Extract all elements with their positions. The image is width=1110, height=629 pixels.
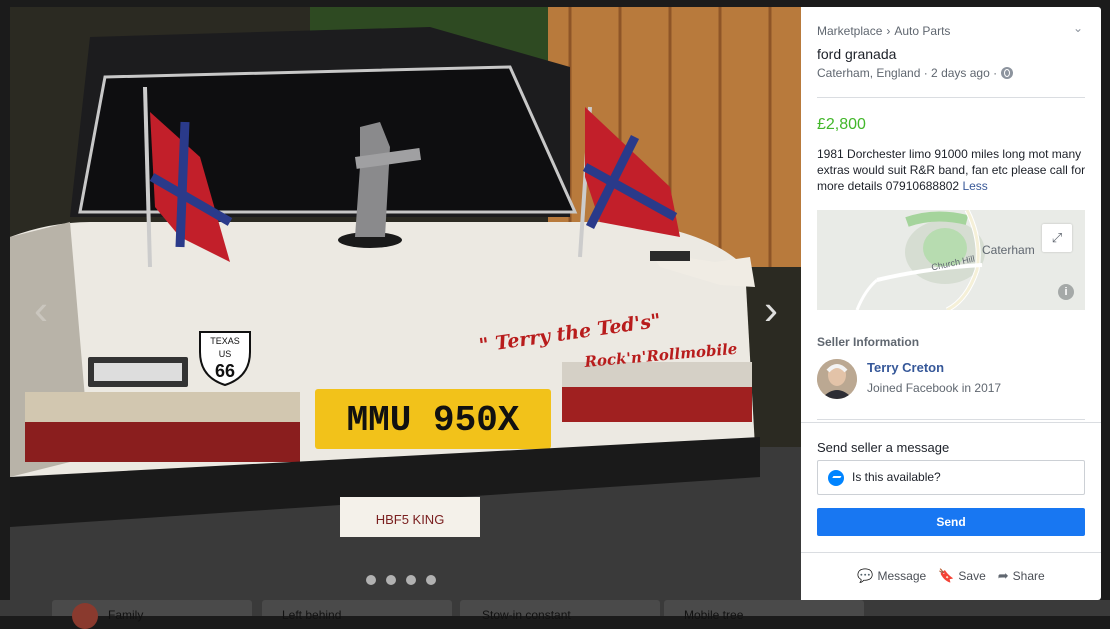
share-button-label: Share (1012, 569, 1045, 583)
seller-joined-date: Joined Facebook in 2017 (867, 381, 1002, 395)
listing-description: 1981 Dorchester limo 91000 miles long mo… (817, 146, 1089, 194)
messenger-icon: 💬 (857, 568, 874, 583)
shield-text: 66 (215, 361, 235, 381)
bookmark-icon: 🔖 (938, 568, 955, 583)
map-town-label: Caterham (982, 243, 1035, 257)
divider (801, 422, 1101, 423)
background-tab: Left behind (282, 608, 342, 622)
listing-price: £2,800 (817, 116, 866, 133)
breadcrumb-marketplace[interactable]: Marketplace (817, 24, 882, 38)
messenger-icon (828, 470, 844, 486)
listing-actions: 💬 Message 🔖 Save ➦ Share (801, 562, 1101, 590)
photo-viewer: MMU 950X HBF5 KING " Terry the Ted's" Ro… (10, 7, 801, 600)
message-button-label: Message (877, 569, 927, 583)
chevron-down-icon[interactable]: ⌄ (1073, 21, 1083, 35)
globe-icon (1001, 67, 1014, 79)
background-tab: Stow-in constant (482, 608, 571, 622)
breadcrumb-category[interactable]: Auto Parts (894, 24, 950, 38)
background-avatar (72, 603, 98, 629)
background-tab: Mobile tree (684, 608, 744, 622)
shield-text: US (219, 349, 232, 359)
less-link[interactable]: Less (962, 179, 987, 193)
expand-map-icon[interactable]: ⤢ (1042, 224, 1072, 252)
divider (801, 552, 1101, 553)
share-icon: ➦ (997, 568, 1009, 583)
photo-dot[interactable] (366, 575, 376, 585)
listing-photo: MMU 950X HBF5 KING " Terry the Ted's" Ro… (10, 7, 801, 600)
photo-dot[interactable] (386, 575, 396, 585)
number-plate: MMU 950X (347, 400, 520, 441)
previous-photo-button[interactable]: ‹ (24, 285, 58, 335)
map-info-icon[interactable]: i (1058, 284, 1074, 300)
shield-text: TEXAS (210, 336, 240, 346)
next-photo-button[interactable]: › (754, 285, 788, 335)
listing-title: ford granada (817, 46, 897, 62)
seller-information-heading: Seller Information (817, 335, 920, 349)
photo-pagination (366, 575, 436, 585)
background-tab: Family (108, 608, 144, 622)
location-map[interactable]: Caterham Church Hill ⤢ i (817, 210, 1085, 310)
divider (817, 97, 1085, 98)
lower-plate: HBF5 KING (376, 512, 445, 527)
send-message-heading: Send seller a message (817, 440, 950, 455)
message-button[interactable]: 💬 Message (857, 562, 926, 590)
save-button-label: Save (958, 569, 986, 583)
seller-avatar[interactable] (817, 359, 857, 399)
message-input-value: Is this available? (852, 470, 941, 484)
photo-dot[interactable] (406, 575, 416, 585)
location-text: Caterham, England · 2 days ago · (817, 66, 998, 80)
breadcrumb: Marketplace › Auto Parts (817, 24, 950, 38)
seller-name-link[interactable]: Terry Creton (867, 360, 944, 375)
photo-dot[interactable] (426, 575, 436, 585)
seller-photo (817, 359, 857, 399)
message-input[interactable]: Is this available? (817, 460, 1085, 495)
listing-details-panel: Marketplace › Auto Parts ⌄ ford granada Ca… (801, 7, 1101, 600)
breadcrumb-separator: › (886, 24, 891, 38)
listing-location: Caterham, England · 2 days ago · (817, 66, 1014, 80)
save-button[interactable]: 🔖 Save (938, 562, 986, 590)
divider (817, 419, 1085, 420)
description-text: 1981 Dorchester limo 91000 miles long mo… (817, 147, 1086, 193)
send-button[interactable]: Send (817, 508, 1085, 536)
share-button[interactable]: ➦ Share (998, 562, 1045, 590)
